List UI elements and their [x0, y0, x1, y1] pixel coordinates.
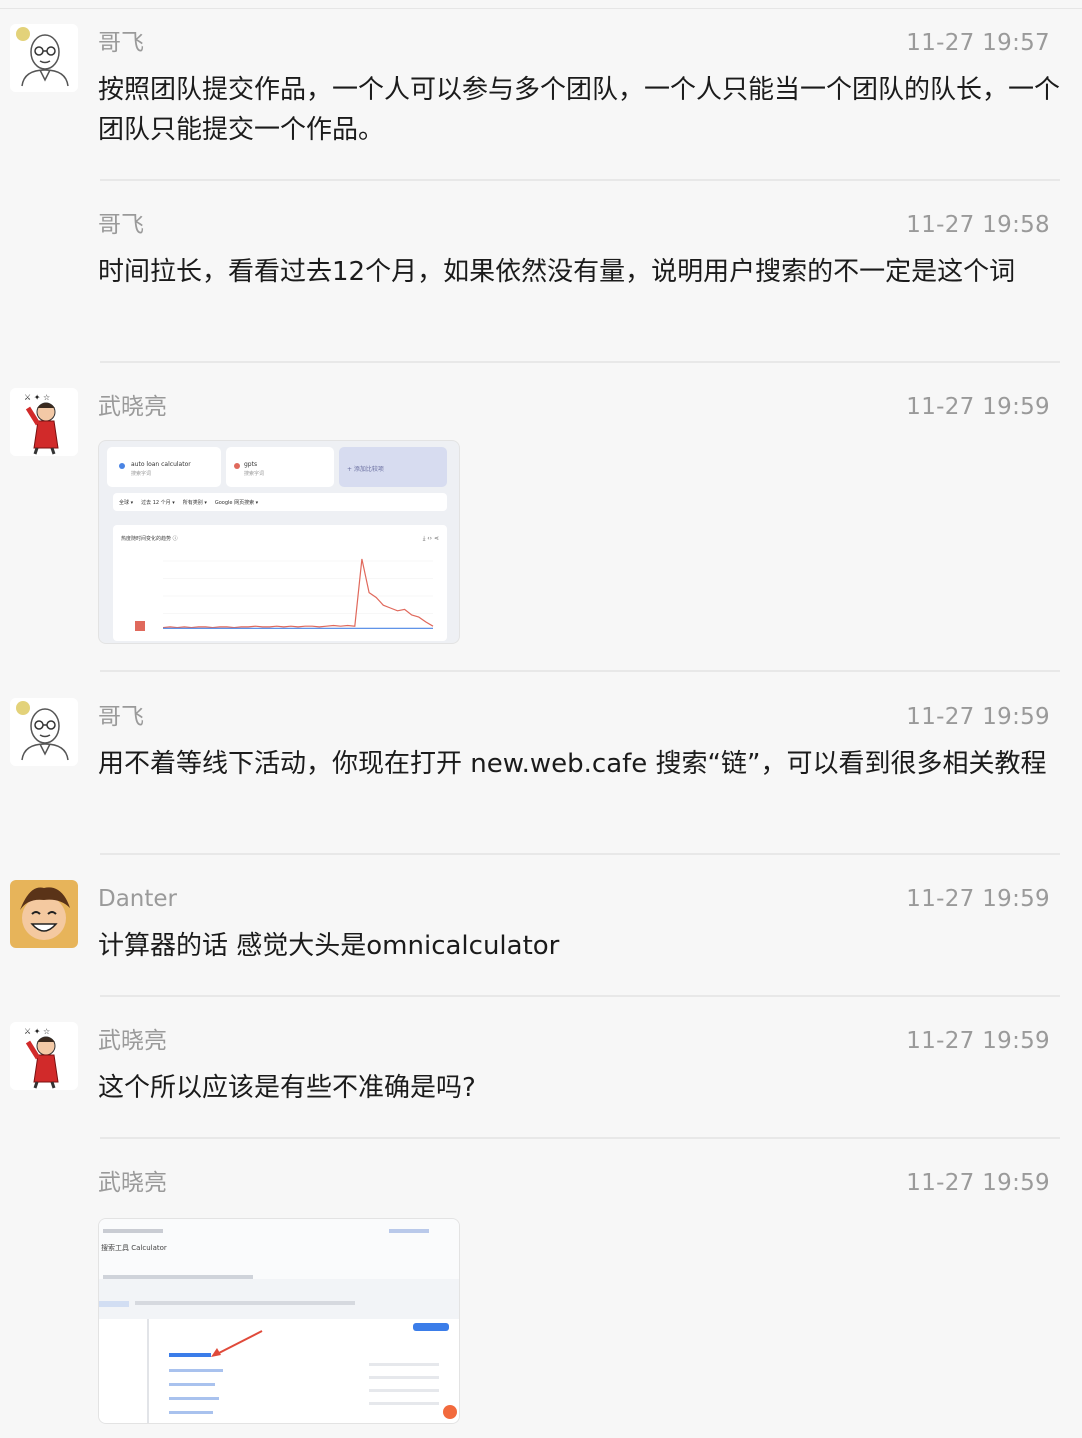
message-time: 11-27 19:59	[906, 704, 1050, 730]
trend-term-2: gpts	[244, 461, 258, 468]
add-compare-card: + 添加比较项	[339, 447, 447, 487]
avatar-wuxiaoliang[interactable]: ⚔ ✦ ☆	[10, 1022, 78, 1090]
sender-name: 武晓亮	[98, 1170, 167, 1196]
filter-time: 过去 12 个月 ▾	[141, 499, 175, 506]
message-time: 11-27 19:59	[906, 1170, 1050, 1196]
message-divider	[100, 1137, 1060, 1139]
orange-badge-icon	[443, 1405, 457, 1419]
tool-tabs	[99, 1275, 459, 1283]
trend-term-1-sub: 搜索字词	[131, 471, 152, 477]
red-dot-icon	[234, 463, 240, 469]
trend-series-0	[163, 558, 434, 629]
avatar-cartoon-boy-icon: ⚔ ✦ ☆	[10, 388, 78, 456]
avatar-wuxiaoliang[interactable]: ⚔ ✦ ☆	[10, 388, 78, 456]
filter-region: 全球 ▾	[119, 499, 134, 506]
svg-text:⚔ ✦ ☆: ⚔ ✦ ☆	[24, 393, 50, 402]
message-time: 11-27 19:59	[906, 1028, 1050, 1054]
message-divider	[100, 670, 1060, 672]
tool-title: 搜索工具 Calculator	[101, 1244, 167, 1252]
message-text: 计算器的话 感觉大头是omnicalculator	[98, 931, 560, 961]
keyword-table	[99, 1319, 459, 1423]
filter-source: Google 网页搜索 ▾	[214, 499, 259, 506]
message-text: 用不着等线下活动，你现在打开 new.web.cafe 搜索“链”，可以看到很多…	[98, 749, 1047, 779]
sender-name: 武晓亮	[98, 394, 167, 420]
share-icons: ⤓ ‹› ⋖	[422, 535, 439, 542]
export-button[interactable]	[413, 1323, 449, 1331]
message-text: 这个所以应该是有些不准确是吗?	[98, 1073, 476, 1103]
trend-term-2-sub: 搜索字词	[244, 471, 265, 477]
trend-filter-bar: 全球 ▾ 过去 12 个月 ▾ 所有类别 ▾ Google 网页搜索 ▾	[113, 493, 447, 511]
svg-text:⚔ ✦ ☆: ⚔ ✦ ☆	[24, 1027, 50, 1036]
tool-header: 搜索工具 Calculator	[99, 1219, 459, 1279]
message-divider	[100, 179, 1060, 181]
google-trends-screenshot[interactable]: auto loan calculator 搜索字词 gpts 搜索字词 + 添加…	[98, 440, 460, 644]
avatar-danter[interactable]	[10, 880, 78, 948]
sender-name: 哥飞	[98, 212, 144, 238]
trend-chart-title: 热度随时间变化的趋势 ⓘ	[121, 536, 178, 542]
message-time: 11-27 19:59	[906, 394, 1050, 420]
header-link	[389, 1229, 429, 1233]
message-time: 11-27 19:57	[906, 30, 1050, 56]
search-tool-screenshot[interactable]: 搜索工具 Calculator	[98, 1218, 460, 1424]
avatar-cartoon-boy-icon: ⚔ ✦ ☆	[10, 1022, 78, 1090]
message-text: 按照团队提交作品，一个人可以参与多个团队，一个人只能当一个团队的队长，一个团队只…	[98, 75, 1061, 145]
add-compare-label: + 添加比较项	[347, 466, 384, 473]
trend-term-card: gpts 搜索字词	[226, 447, 334, 487]
message-text: 时间拉长，看看过去12个月，如果依然没有量，说明用户搜索的不一定是这个词	[98, 257, 1016, 287]
message-divider	[100, 361, 1060, 363]
trend-term-1: auto loan calculator	[131, 461, 191, 468]
sender-name: Danter	[98, 886, 178, 912]
message-divider	[100, 995, 1060, 997]
message-time: 11-27 19:58	[906, 212, 1050, 238]
trend-term-card: auto loan calculator 搜索字词	[107, 447, 221, 487]
blue-dot-icon	[119, 463, 125, 469]
avatar-bald-man-icon	[10, 24, 78, 92]
filter-category: 所有类别 ▾	[182, 499, 207, 506]
avatar-bald-man-icon	[10, 698, 78, 766]
average-bar	[135, 621, 145, 631]
tool-filters	[99, 1299, 459, 1309]
header-line	[103, 1229, 163, 1233]
sender-name: 哥飞	[98, 704, 144, 730]
message-time: 11-27 19:59	[906, 886, 1050, 912]
avatar-gefei[interactable]	[10, 24, 78, 92]
sender-name: 武晓亮	[98, 1028, 167, 1054]
trend-chart-card: 热度随时间变化的趋势 ⓘ ⤓ ‹› ⋖	[113, 525, 447, 641]
trend-line-chart	[163, 558, 434, 629]
red-arrow-icon	[211, 1330, 263, 1357]
avatar-smiling-anime-icon	[10, 880, 78, 948]
message-divider	[100, 853, 1060, 855]
sender-name: 哥飞	[98, 30, 144, 56]
avatar-gefei[interactable]	[10, 698, 78, 766]
top-divider	[0, 8, 1082, 9]
